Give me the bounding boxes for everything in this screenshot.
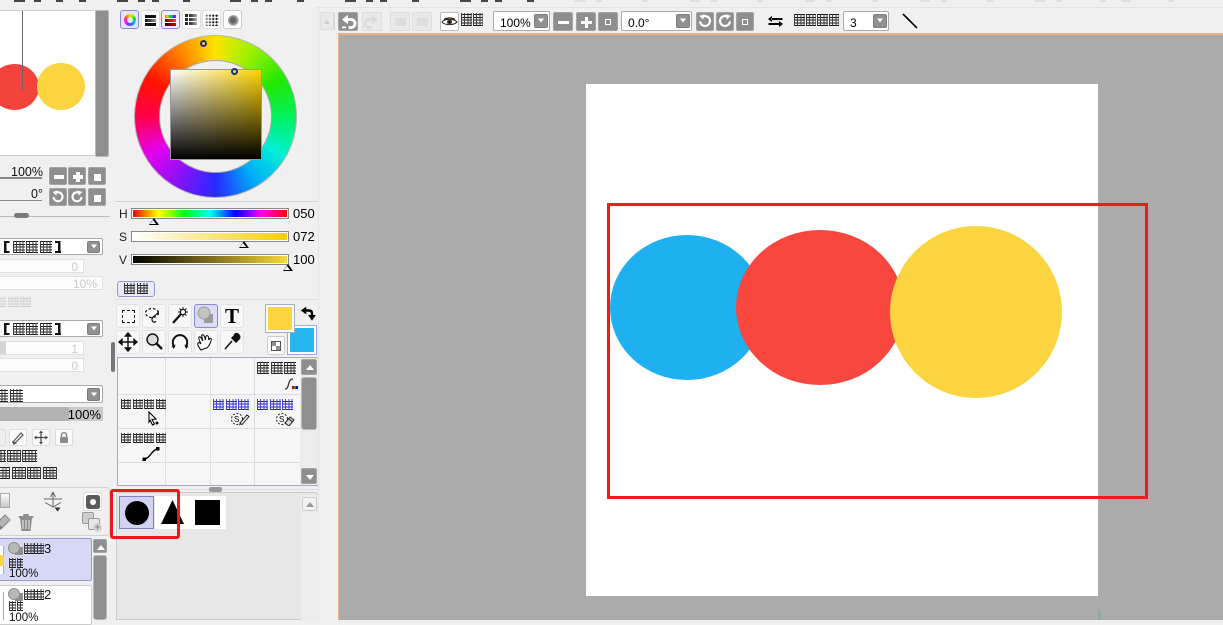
svg-text:S: S (234, 415, 239, 424)
svg-text:S: S (279, 415, 284, 424)
